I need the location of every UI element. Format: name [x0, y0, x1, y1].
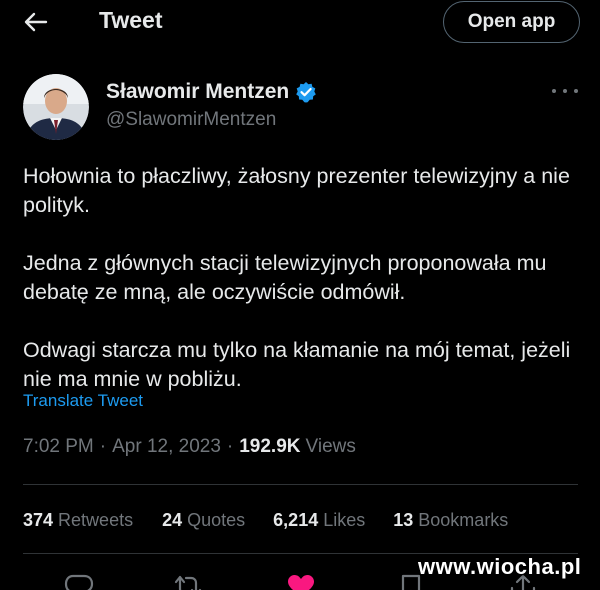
likes-stat[interactable]: 6,214 Likes [273, 510, 365, 531]
retweets-stat[interactable]: 374 Retweets [23, 510, 133, 531]
tweet-paragraph: Jedna z głównych stacji telewizyjnych pr… [23, 251, 547, 304]
top-bar: Tweet Open app [0, 0, 600, 48]
bookmarks-count: 13 [393, 510, 414, 530]
heart-filled-icon [288, 575, 314, 590]
more-options-button[interactable] [552, 84, 578, 98]
avatar-image [23, 74, 89, 140]
like-button[interactable] [286, 574, 316, 590]
retweet-button[interactable] [173, 574, 203, 590]
translate-tweet-link[interactable]: Translate Tweet [23, 391, 143, 411]
engagement-stats: 374 Retweets 24 Quotes 6,214 Likes 13 Bo… [23, 510, 508, 531]
more-horizontal-icon [552, 89, 556, 93]
views-label: Views [305, 436, 356, 457]
tweet-date[interactable]: Apr 12, 2023 [112, 436, 221, 458]
likes-count: 6,214 [273, 510, 319, 530]
divider [23, 484, 578, 485]
likes-label: Likes [323, 510, 366, 530]
retweets-label: Retweets [58, 510, 134, 530]
bookmarks-stat[interactable]: 13 Bookmarks [393, 510, 508, 531]
views-count: 192.9K [239, 436, 301, 457]
back-button[interactable] [18, 6, 54, 38]
quotes-count: 24 [162, 510, 183, 530]
verified-badge-icon [296, 82, 317, 103]
author-name[interactable]: Sławomir Mentzen [106, 80, 317, 104]
tweet-text: Hołownia to płaczliwy, żałosny prezenter… [23, 162, 583, 394]
retweets-count: 374 [23, 510, 54, 530]
author-handle[interactable]: @SlawomirMentzen [106, 109, 276, 131]
tweet-paragraph: Odwagi starcza mu tylko na kłamanie na m… [23, 338, 571, 391]
avatar[interactable] [23, 74, 89, 140]
arrow-left-icon [24, 12, 48, 32]
tweet-paragraph: Hołownia to płaczliwy, żałosny prezenter… [23, 164, 570, 217]
quotes-stat[interactable]: 24 Quotes [162, 510, 245, 531]
tweet-time[interactable]: 7:02 PM [23, 436, 94, 458]
retweet-icon [174, 575, 202, 590]
page-title: Tweet [99, 7, 163, 33]
watermark: www.wiocha.pl [418, 554, 582, 579]
reply-icon [64, 574, 94, 590]
author-name-text: Sławomir Mentzen [106, 80, 290, 103]
quotes-label: Quotes [187, 510, 246, 530]
tweet-meta: 7:02 PM · Apr 12, 2023 · 192.9K Views [23, 436, 356, 458]
reply-button[interactable] [64, 574, 94, 590]
open-app-button[interactable]: Open app [443, 1, 580, 43]
bookmarks-label: Bookmarks [418, 510, 509, 530]
